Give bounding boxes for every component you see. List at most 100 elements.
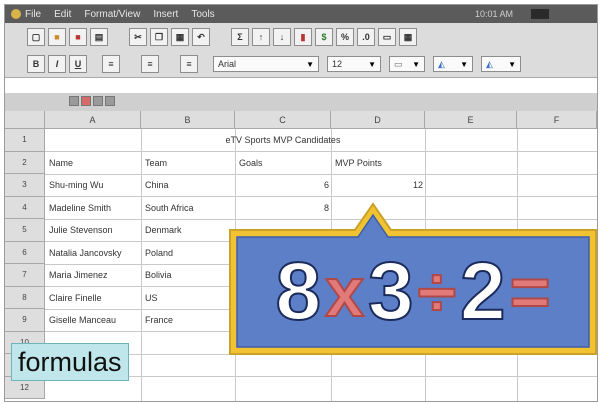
name-cell[interactable]: Shu-ming Wu <box>49 174 139 196</box>
column-header-f[interactable]: F <box>517 111 597 129</box>
row-header[interactable]: 1 <box>5 129 45 152</box>
grid-icon[interactable]: ▦ <box>399 28 417 46</box>
row-header[interactable]: 5 <box>5 219 45 242</box>
font-size-value: 12 <box>332 59 343 69</box>
print-icon[interactable]: ▤ <box>90 28 108 46</box>
name-cell[interactable]: Claire Finelle <box>49 287 139 309</box>
decimal-icon[interactable]: .0 <box>357 28 375 46</box>
fill-color-icon: ◭ <box>438 58 445 69</box>
equation: 8 x 3 ÷ 2 = <box>227 227 597 357</box>
equation-number: 2 <box>459 246 507 337</box>
italic-button[interactable]: I <box>48 55 66 73</box>
open-folder-icon[interactable]: ■ <box>48 28 66 46</box>
multiply-sign: x <box>324 253 365 331</box>
standard-toolbar: ▢ ■ ■ ▤ ✂ ❐ ▦ ↶ Σ ↑ ↓ ▮ $ % .0 ▭ ▦ <box>5 23 597 51</box>
cut-icon[interactable]: ✂ <box>129 28 147 46</box>
bold-button[interactable]: B <box>27 55 45 73</box>
row-header[interactable]: 2 <box>5 151 45 174</box>
save-icon[interactable]: ■ <box>69 28 87 46</box>
equals-sign: = <box>509 253 552 331</box>
name-cell[interactable]: Giselle Manceau <box>49 309 139 331</box>
sheet-control-icon[interactable] <box>105 96 115 106</box>
team-cell[interactable]: South Africa <box>145 197 233 219</box>
merge-icon[interactable]: ▭ <box>378 28 396 46</box>
row-header[interactable]: 8 <box>5 286 45 309</box>
equation-callout: 8 x 3 ÷ 2 = <box>227 202 597 357</box>
name-cell[interactable]: Natalia Jancovsky <box>49 242 141 264</box>
border-select[interactable]: ▭ ▼ <box>389 56 425 72</box>
header-cell-goals[interactable]: Goals <box>239 152 329 174</box>
chevron-down-icon: ▼ <box>368 59 376 69</box>
sort-ascending-icon[interactable]: ↑ <box>252 28 270 46</box>
row-header[interactable]: 3 <box>5 174 45 197</box>
sheet-control-icon[interactable] <box>93 96 103 106</box>
sum-icon[interactable]: Σ <box>231 28 249 46</box>
row-header[interactable]: 4 <box>5 196 45 219</box>
menu-bar: File Edit Format/View Insert Tools 10:01… <box>5 5 597 23</box>
app-window: File Edit Format/View Insert Tools 10:01… <box>4 4 598 402</box>
currency-icon[interactable]: $ <box>315 28 333 46</box>
chevron-down-icon: ▼ <box>412 59 420 69</box>
select-all-corner[interactable] <box>5 111 45 129</box>
sheet-title-cell[interactable]: eTV Sports MVP Candidates <box>141 129 425 151</box>
column-header-d[interactable]: D <box>331 111 425 129</box>
divide-sign: ÷ <box>417 253 457 331</box>
name-cell[interactable]: Julie Stevenson <box>49 219 139 241</box>
header-cell-mvp-points[interactable]: MVP Points <box>335 152 423 174</box>
column-header-c[interactable]: C <box>235 111 331 129</box>
row-header[interactable]: 9 <box>5 309 45 332</box>
team-cell[interactable]: Denmark <box>145 219 233 241</box>
underline-button[interactable]: U <box>69 55 87 73</box>
team-cell[interactable]: China <box>145 174 233 196</box>
fill-color-select[interactable]: ◭ ▼ <box>433 56 473 72</box>
menu-edit[interactable]: Edit <box>54 9 71 20</box>
row-header[interactable]: 6 <box>5 241 45 264</box>
paste-icon[interactable]: ▦ <box>171 28 189 46</box>
menu-tools[interactable]: Tools <box>191 9 214 20</box>
chevron-down-icon: ▼ <box>508 59 516 69</box>
goals-cell[interactable]: 6 <box>239 174 329 196</box>
name-cell[interactable]: Maria Jimenez <box>49 264 139 286</box>
team-cell[interactable]: US <box>145 287 233 309</box>
font-name-select[interactable]: Arial ▼ <box>213 56 319 72</box>
align-left-icon[interactable]: ≡ <box>102 55 120 73</box>
name-cell[interactable]: Madeline Smith <box>49 197 139 219</box>
column-header-a[interactable]: A <box>45 111 141 129</box>
formulas-caption: formulas <box>11 343 129 381</box>
status-block <box>531 9 549 19</box>
menu-insert[interactable]: Insert <box>153 9 178 20</box>
copy-icon[interactable]: ❐ <box>150 28 168 46</box>
grid-line <box>141 129 142 401</box>
sheet-close-icon[interactable] <box>81 96 91 106</box>
percent-icon[interactable]: % <box>336 28 354 46</box>
sort-descending-icon[interactable]: ↓ <box>273 28 291 46</box>
new-document-icon[interactable]: ▢ <box>27 28 45 46</box>
team-cell[interactable]: Bolivia <box>145 264 233 286</box>
menu-format-view[interactable]: Format/View <box>84 9 140 20</box>
align-center-icon[interactable]: ≡ <box>141 55 159 73</box>
column-header-b[interactable]: B <box>141 111 235 129</box>
chart-icon[interactable]: ▮ <box>294 28 312 46</box>
border-icon: ▭ <box>394 58 403 69</box>
font-color-select[interactable]: ◭ ▼ <box>481 56 521 72</box>
team-cell[interactable]: France <box>145 309 233 331</box>
app-logo-icon <box>11 9 21 19</box>
clock: 10:01 AM <box>474 9 513 19</box>
header-cell-name[interactable]: Name <box>49 152 139 174</box>
font-color-icon: ◭ <box>486 58 493 69</box>
menu-file[interactable]: File <box>25 9 41 20</box>
chevron-down-icon: ▼ <box>460 59 468 69</box>
column-header-e[interactable]: E <box>425 111 517 129</box>
sheet-controls-bar <box>5 93 597 111</box>
align-right-icon[interactable]: ≡ <box>180 55 198 73</box>
sheet-control-icon[interactable] <box>69 96 79 106</box>
row-header[interactable]: 7 <box>5 264 45 287</box>
header-cell-team[interactable]: Team <box>145 152 233 174</box>
mvp-points-cell[interactable]: 12 <box>335 174 423 196</box>
undo-icon[interactable]: ↶ <box>192 28 210 46</box>
equation-number: 8 <box>274 246 322 337</box>
font-size-select[interactable]: 12 ▼ <box>327 56 381 72</box>
equation-number: 3 <box>367 246 415 337</box>
font-name-value: Arial <box>218 59 237 69</box>
team-cell[interactable]: Poland <box>145 242 233 264</box>
